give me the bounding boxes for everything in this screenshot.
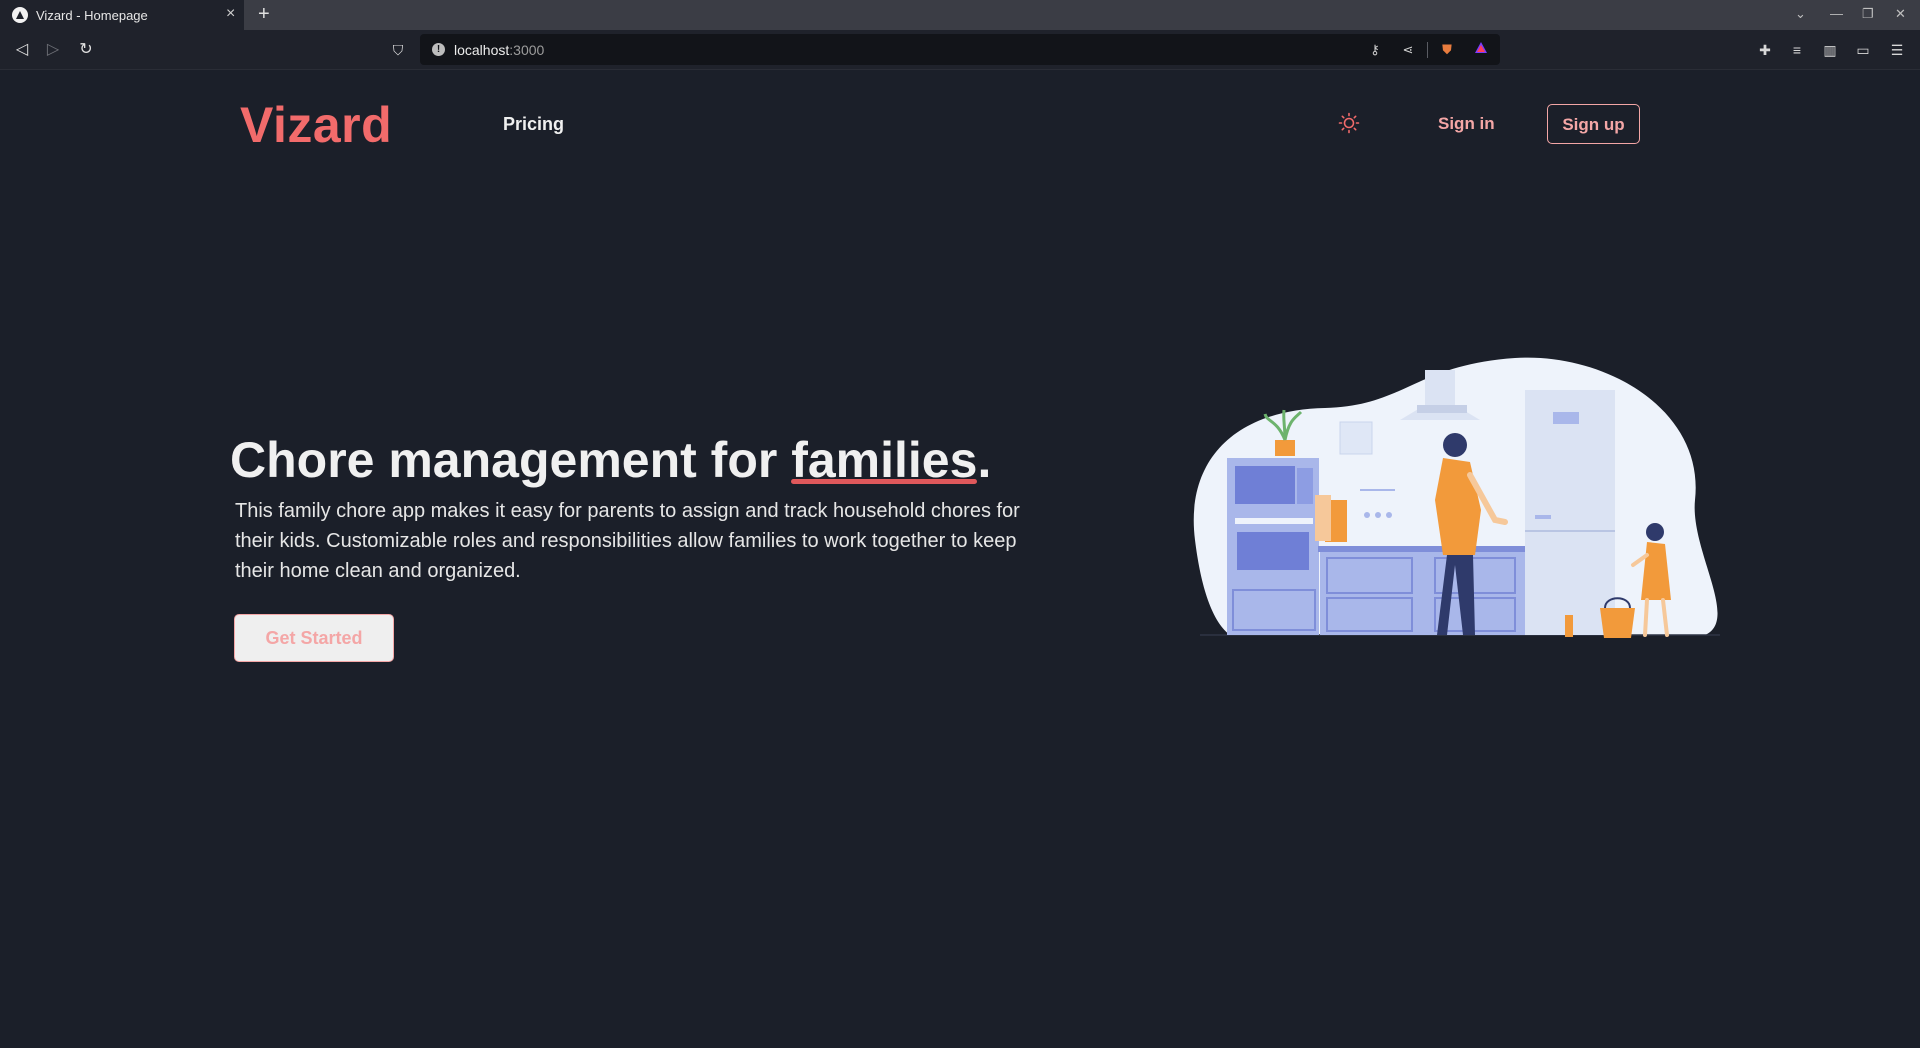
family-cleaning-illustration [1193, 357, 1720, 638]
logo[interactable]: Vizard [240, 96, 392, 154]
brave-shields-icon[interactable]: ⛊ [1438, 41, 1456, 59]
extensions-icon[interactable]: ✚ [1755, 40, 1775, 60]
reading-list-icon[interactable]: ≡ [1787, 40, 1807, 60]
tab-search-chevron-icon[interactable]: ⌄ [1795, 6, 1806, 22]
forward-icon[interactable]: ▷ [43, 40, 63, 60]
browser-toolbar: ◁ ▷ ↻ ⛉ ! localhost:3000 ⚷ ⋖ ⛊ ✚ ≡ ▥ ▭ ☰ [0, 30, 1920, 70]
sidebar-icon[interactable]: ▥ [1820, 40, 1840, 60]
minimize-icon[interactable]: — [1830, 6, 1843, 22]
share-icon[interactable]: ⋖ [1399, 41, 1417, 59]
bookmark-icon[interactable]: ⛉ [388, 40, 408, 60]
wallet-icon[interactable]: ▭ [1853, 40, 1873, 60]
back-icon[interactable]: ◁ [12, 40, 32, 60]
tab-title: Vizard - Homepage [36, 8, 148, 23]
browser-tab[interactable]: Vizard - Homepage × [0, 0, 244, 30]
hero-subtitle: This family chore app makes it easy for … [235, 500, 1020, 582]
get-started-button[interactable]: Get Started [234, 614, 394, 662]
page-content: Vizard Pricing Sign in Sign up Chore man… [0, 70, 1920, 1048]
key-icon[interactable]: ⚷ [1366, 41, 1384, 59]
sign-in-link[interactable]: Sign in [1438, 114, 1495, 134]
browser-tabstrip: Vizard - Homepage × + ⌄ — ❐ ✕ [0, 0, 1920, 30]
address-bar[interactable]: ! localhost:3000 ⚷ ⋖ ⛊ [420, 34, 1500, 65]
headline-highlight: families [791, 432, 978, 488]
nav-link-pricing[interactable]: Pricing [503, 114, 564, 135]
sign-up-button[interactable]: Sign up [1547, 104, 1640, 144]
sun-icon[interactable] [1338, 112, 1360, 134]
omnibox-divider [1427, 42, 1428, 58]
reload-icon[interactable]: ↻ [76, 40, 96, 60]
hero-headline: Chore management for families. [230, 432, 992, 488]
menu-icon[interactable]: ☰ [1887, 40, 1907, 60]
url-text: localhost:3000 [454, 42, 545, 58]
new-tab-icon[interactable]: + [258, 3, 270, 25]
tab-close-icon[interactable]: × [226, 5, 235, 23]
restore-icon[interactable]: ❐ [1862, 6, 1874, 22]
brave-rewards-icon[interactable] [1472, 41, 1490, 59]
window-close-icon[interactable]: ✕ [1895, 6, 1906, 22]
site-info-icon[interactable]: ! [432, 43, 445, 56]
vercel-favicon-icon [12, 7, 28, 23]
